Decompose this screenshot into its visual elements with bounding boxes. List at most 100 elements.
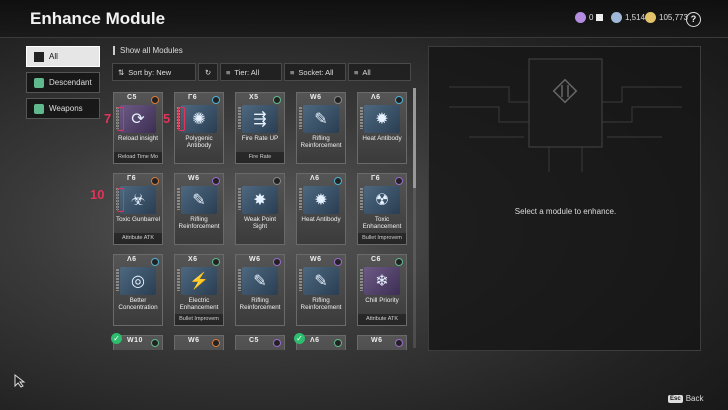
module-tier: C6 [371,256,381,263]
currency-gold: 105,773 [645,12,688,23]
help-button[interactable]: ? [686,12,701,27]
level-bar [177,269,180,291]
socket-icon [273,339,281,347]
highlight-box [117,107,124,131]
socket-icon [273,96,281,104]
heat-icon: ✹ [303,186,339,214]
module-name: Toxic Enhancement [362,216,402,230]
module-card[interactable]: ✓ W10 [111,333,163,350]
socket-icon [273,177,281,185]
socket-filter[interactable]: ≡ Socket: All [284,63,346,81]
module-card[interactable]: C5 [235,335,285,350]
module-card[interactable]: ✸ Weak Point Sight [235,173,285,245]
module-card[interactable]: Λ6 ◎ Better Concentration [113,254,163,326]
module-card[interactable]: X5 ⇶ Fire Rate UP Fire Rate [235,92,285,164]
module-name: Rifling Reinforcement [178,216,220,230]
socket-icon [212,177,220,185]
page-title: Enhance Module [30,9,166,28]
module-card[interactable]: W6 ✎ Rifling Reinforcement [235,254,285,326]
module-tier: Γ6 [188,94,198,101]
level-bar [238,188,241,210]
module-card[interactable]: Λ6 ✹ Heat Antibody [296,173,346,245]
add-icon[interactable] [596,14,604,21]
socket-icon [212,339,220,347]
module-card[interactable]: W6 ✎ Rifling Reinforcement [296,92,346,164]
sight-icon: ✸ [242,186,278,214]
module-card[interactable]: W6 ✎ Rifling Reinforcement [174,173,224,245]
equipped-check-icon: ✓ [294,333,305,344]
module-slot [528,58,603,148]
module-name: Rifling Reinforcement [300,135,342,149]
currency-kuiper: 0 [575,12,604,23]
antibody-icon: ✺ [181,105,217,133]
sidebar-item-descendant[interactable]: Descendant [26,72,100,93]
socket-icon [151,96,159,104]
module-card[interactable]: ✓ Λ6 [294,333,346,350]
module-subtitle: Reload Time Mo [114,152,162,163]
module-card[interactable]: Γ6 ☢ Toxic Enhancement Bullet Improvem [357,173,407,245]
module-card[interactable]: C5 ⟳ Reload insight Reload Time Mo [113,92,163,164]
refresh-button[interactable]: ↻ [198,63,218,81]
module-tier: W6 [310,94,322,101]
module-tier: C5 [249,337,259,344]
scrollbar[interactable] [413,88,416,348]
toxic-icon: ☣ [120,186,156,214]
level-annotation: 10 [90,187,105,202]
module-tier: W6 [249,256,261,263]
level-bar [299,107,302,129]
sort-dropdown[interactable]: ⇅ Sort by: New [112,63,196,81]
module-name: Fire Rate UP [241,135,279,142]
socket-icon [395,96,403,104]
module-subtitle: Attribute ATK [114,233,162,244]
top-bar: Enhance Module 0 1,514 105,773 ? [0,0,728,38]
currency-crystal-value: 1,514 [625,13,646,22]
module-name: Better Concentration [118,297,158,311]
sidebar-item-label: All [49,52,58,61]
tier-filter[interactable]: ≡ Tier: All [220,63,282,81]
tier-filter-label: Tier: All [234,67,260,77]
scroll-thumb[interactable] [413,88,416,188]
socket-icon [395,177,403,185]
sidebar-item-weapons[interactable]: Weapons [26,98,100,119]
module-card[interactable]: C6 ❄ Chill Priority Attribute ATK [357,254,407,326]
stack-icon [34,51,44,62]
module-card[interactable]: W6 [174,335,224,350]
module-subtitle: Attribute ATK [358,314,406,325]
rifling-icon: ✎ [303,105,339,133]
module-card[interactable]: Γ6 ☣ Toxic Gunbarrel Attribute ATK [113,173,163,245]
category-filter-label: All [362,67,371,77]
module-tier: X5 [249,94,259,101]
module-name: Chill Priority [365,297,399,304]
level-bar [299,269,302,291]
level-bar [360,107,363,129]
module-tier: W6 [188,175,200,182]
module-card[interactable]: W6 [357,335,407,350]
sort-icon: ⇅ [118,67,125,77]
level-bar [238,107,241,129]
toxic-enh-icon: ☢ [364,186,400,214]
module-name: Polygenic Antibody [185,135,213,149]
level-bar [360,188,363,210]
category-filter[interactable]: ≡ All [348,63,411,81]
module-card[interactable]: Λ6 ✹ Heat Antibody [357,92,407,164]
level-bar [360,269,363,291]
module-tier: X6 [188,256,198,263]
level-bar [299,188,302,210]
module-name: Rifling Reinforcement [300,297,342,311]
esc-key-icon: Esc [668,394,683,403]
socket-icon [151,339,159,347]
back-label: Back [685,394,704,403]
module-card[interactable]: W6 ✎ Rifling Reinforcement [296,254,346,326]
module-tier: Λ6 [310,175,320,182]
module-card[interactable]: Γ6 ✺ Polygenic Antibody [174,92,224,164]
back-button[interactable]: Esc Back [668,394,703,403]
module-tier: W6 [310,256,322,263]
socket-icon [151,177,159,185]
sidebar-item-all[interactable]: All [26,46,100,67]
module-card[interactable]: X6 ⚡ Electric Enhancement Bullet Improve… [174,254,224,326]
gold-icon [645,12,656,23]
module-name: Weak Point Sight [243,216,277,230]
category-icon: ≡ [354,67,359,77]
socket-icon: ≡ [290,67,295,77]
module-tier: W10 [127,337,143,344]
